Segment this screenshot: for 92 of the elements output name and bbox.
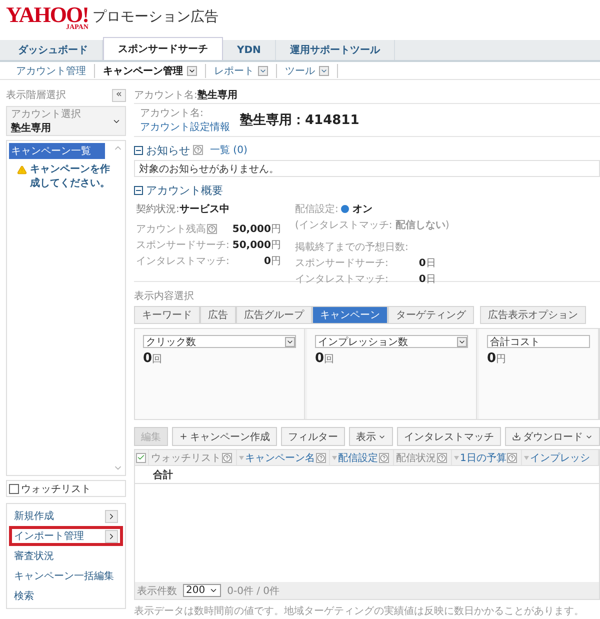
help-icon[interactable] (316, 452, 326, 462)
collapse-icon[interactable] (134, 186, 143, 194)
account-select[interactable]: アカウント選択 塾生専用 (6, 106, 126, 136)
page-size-label: 表示件数 (137, 584, 177, 598)
subnav-item[interactable]: ツール (277, 64, 338, 78)
view-tab[interactable]: 広告 (200, 306, 236, 324)
help-icon[interactable] (379, 452, 389, 462)
field-label: 配信設定: (294, 202, 338, 216)
checkbox[interactable] (9, 484, 19, 494)
view-tab[interactable]: キーワード (134, 306, 200, 324)
days-label: スポンサードサーチ: (294, 257, 390, 270)
dropdown-icon[interactable] (285, 336, 295, 346)
product-title: プロモーション広告 (92, 8, 218, 26)
metric-select[interactable]: クリック数 (143, 335, 296, 348)
menu-item[interactable]: キャンペーン一括編集 (9, 566, 123, 586)
balance-value: 50,000円 (232, 223, 281, 236)
footnote: 表示データは数時間前の値です。地域ターゲティングの実績値は反映に数日かかることがあります。 (134, 604, 585, 619)
option-button[interactable]: 広告表示オプション (480, 306, 586, 324)
balance-label: インタレストマッチ: (136, 255, 230, 268)
metric-select[interactable]: インプレッション数 (315, 335, 468, 348)
checkbox[interactable] (136, 452, 146, 462)
view-tab[interactable]: キャンペーン (312, 306, 388, 324)
section-label: 表示内容選択 (134, 290, 195, 303)
field-label: 掲載終了までの予想日数: (294, 240, 410, 254)
delivery-note: (インタレストマッチ: 配信しない) (294, 218, 450, 232)
help-icon[interactable] (207, 224, 217, 234)
balance-value: 50,000円 (232, 239, 281, 252)
warning-message: キャンペーンを作成してください。 (30, 163, 111, 191)
toolbar-button[interactable]: 表示 (349, 427, 393, 446)
nav-tab[interactable]: スポンサードサーチ (103, 37, 223, 60)
radio-label: オン (352, 203, 372, 216)
menu-item[interactable]: 審査状況 (9, 546, 123, 566)
breadcrumb: アカウント名:塾生専用 (134, 88, 238, 100)
toolbar-button[interactable]: インタレストマッチ (397, 427, 501, 446)
days-label: インタレストマッチ: (294, 273, 390, 286)
column-header[interactable]: インプレッシ (530, 450, 590, 464)
result-count: 0-0件 / 0件 (227, 584, 280, 598)
subnav-item[interactable]: アカウント管理 (8, 64, 95, 78)
column-header[interactable]: 1日の予算 (460, 450, 506, 464)
tree-item[interactable]: キャンペーン一覧 (9, 143, 105, 159)
help-icon[interactable] (222, 452, 232, 462)
radio-button[interactable] (341, 205, 350, 213)
caret-icon (209, 586, 218, 595)
view-tab[interactable]: 広告グループ (236, 306, 312, 324)
column-header[interactable]: 配信設定 (338, 450, 378, 464)
total-label: 合計 (152, 468, 173, 482)
chevron-right-icon[interactable] (105, 530, 118, 542)
warning-icon (17, 165, 27, 175)
help-icon[interactable] (507, 452, 518, 462)
days-value: 0日 (418, 257, 437, 270)
toolbar-button[interactable]: キャンペーン作成 (172, 427, 277, 446)
menu-item[interactable]: 新規作成 (9, 506, 123, 526)
balance-value: 0円 (263, 255, 281, 268)
notice-box: 対象のお知らせがありません。 (134, 160, 600, 177)
panel-title: 表示階層選択 (6, 88, 66, 102)
dropdown-icon[interactable] (187, 66, 197, 76)
toolbar-button[interactable]: ダウンロード (505, 427, 600, 446)
toolbar-button[interactable]: フィルター (281, 427, 345, 446)
balance-label: スポンサードサーチ: (136, 239, 230, 252)
balance-label: アカウント残高 (136, 222, 230, 236)
collapse-icon[interactable] (134, 146, 143, 154)
field-label: アカウント名: (140, 107, 204, 120)
subnav-item[interactable]: キャンペーン管理 (95, 64, 206, 78)
metric-value: 0回 (315, 351, 336, 366)
menu-item[interactable]: 検索 (9, 586, 123, 606)
nav-tab[interactable]: 運用サポートツール (276, 40, 395, 60)
chevron-right-icon[interactable] (105, 510, 118, 522)
metric-value: 0回 (143, 351, 164, 366)
collapse-button[interactable]: « (112, 88, 126, 102)
page-size-select[interactable]: 200 (183, 584, 222, 597)
subnav-item[interactable]: レポート (206, 64, 277, 78)
dropdown-icon[interactable] (319, 66, 329, 76)
section-title: アカウント概要 (146, 182, 223, 198)
download-icon (512, 432, 521, 441)
days-value: 0日 (418, 273, 437, 286)
metric-value: 0円 (487, 351, 508, 366)
view-tab[interactable]: ターゲティング (388, 306, 474, 324)
plus-icon (179, 432, 188, 441)
contract-status: 契約状況:サービス中 (136, 202, 230, 216)
metric-select[interactable]: 合計コスト (487, 335, 590, 348)
account-name: 塾生専用：414811 (240, 112, 360, 129)
help-icon[interactable] (437, 452, 447, 462)
settings-link[interactable]: アカウント設定情報 (140, 120, 230, 134)
help-icon[interactable] (193, 145, 203, 155)
column-header[interactable]: キャンペーン名 (245, 450, 315, 464)
dropdown-icon[interactable] (258, 66, 268, 76)
nav-tab[interactable]: YDN (223, 40, 276, 60)
section-title: お知らせ (146, 142, 190, 158)
menu-item[interactable]: インポート管理 (9, 526, 123, 546)
list-link[interactable]: 一覧 (0) (210, 143, 248, 157)
dropdown-icon[interactable] (457, 336, 467, 346)
checkbox-label: ウォッチリスト (21, 482, 91, 496)
